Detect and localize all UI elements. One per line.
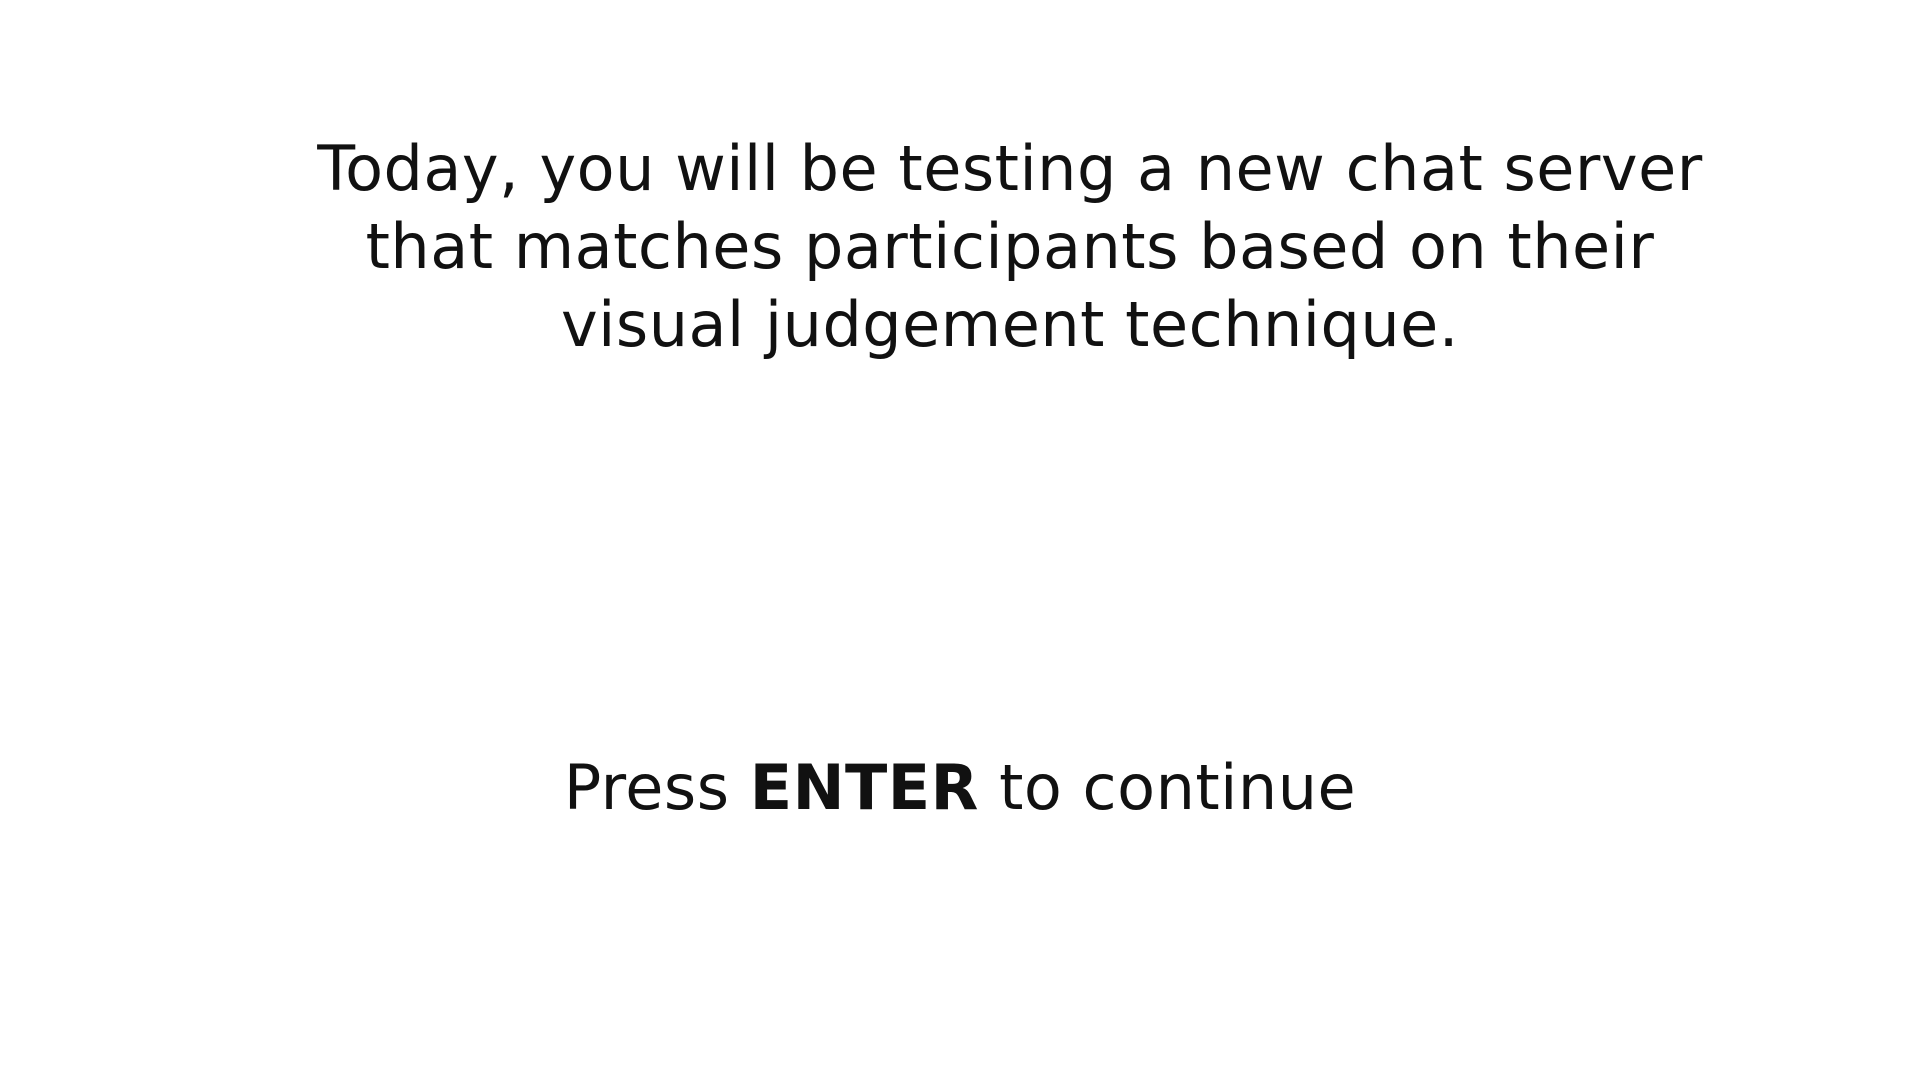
instruction-line-2: that matches participants based on their (365, 210, 1655, 283)
prompt-after-text: to continue (978, 751, 1357, 824)
enter-key-label: ENTER (749, 751, 979, 824)
instruction-line-3: visual judgement technique. (560, 288, 1460, 361)
instruction-text: Today, you will be testing a new chat se… (300, 130, 1720, 364)
prompt-before-text: Press (563, 751, 750, 824)
continue-prompt: Press ENTER to continue (0, 749, 1920, 827)
instruction-screen: Today, you will be testing a new chat se… (0, 0, 1920, 1080)
instruction-line-1: Today, you will be testing a new chat se… (317, 132, 1703, 205)
